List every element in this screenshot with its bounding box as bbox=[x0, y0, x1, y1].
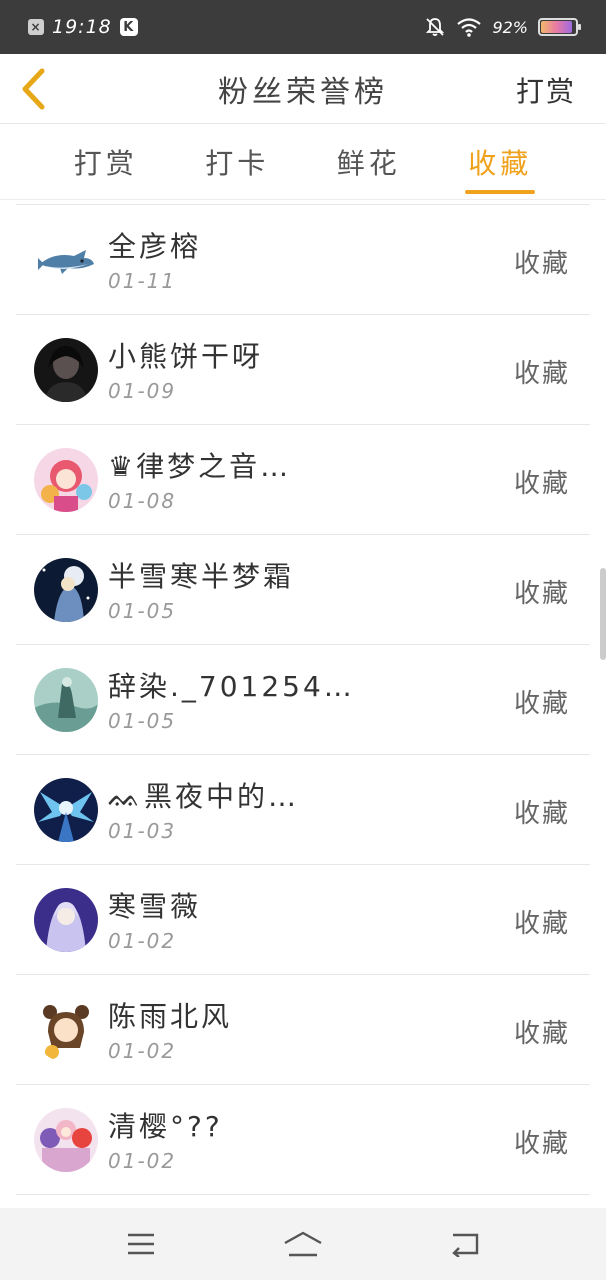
page-title: 粉丝荣誉榜 bbox=[218, 74, 388, 110]
item-date: 01-03 bbox=[108, 819, 177, 843]
list-item[interactable]: 辞染._701254… 01-05 收藏 bbox=[16, 645, 590, 755]
item-name: ♛律梦之音… bbox=[108, 450, 292, 483]
chibi-girl-avatar bbox=[34, 998, 98, 1062]
item-date: 01-02 bbox=[108, 929, 177, 953]
tab-favorites[interactable]: 收藏 bbox=[435, 124, 567, 199]
item-name: 半雪寒半梦霜 bbox=[108, 560, 295, 593]
item-name: 全彦榕 bbox=[108, 230, 202, 263]
item-type: 收藏 bbox=[513, 1019, 570, 1049]
item-date: 01-02 bbox=[108, 1039, 177, 1063]
item-date: 01-08 bbox=[108, 489, 177, 513]
mute-bell-icon bbox=[426, 18, 445, 36]
anime-group-avatar bbox=[34, 1108, 98, 1172]
item-type: 收藏 bbox=[513, 909, 570, 939]
back-icon bbox=[452, 1233, 479, 1257]
list-item[interactable]: 全彦榕 01-11 收藏 bbox=[16, 205, 590, 315]
battery-level-fill bbox=[541, 21, 573, 33]
item-type: 收藏 bbox=[513, 579, 570, 609]
item-type: 收藏 bbox=[513, 249, 570, 279]
list-item[interactable]: 清樱°?? 01-02 收藏 bbox=[16, 1085, 590, 1195]
item-date: 01-02 bbox=[108, 1149, 177, 1173]
item-date: 01-05 bbox=[108, 709, 177, 733]
tab-label: 打赏 bbox=[73, 146, 138, 180]
close-notification-icon: × bbox=[28, 19, 44, 35]
item-date: 01-11 bbox=[108, 269, 177, 293]
list-item[interactable]: 陈雨北风 01-02 收藏 bbox=[16, 975, 590, 1085]
status-time: 19:18 bbox=[52, 16, 112, 38]
home-icon bbox=[284, 1231, 322, 1257]
blue-angel-avatar bbox=[34, 778, 98, 842]
status-left: × 19:18 K bbox=[28, 16, 138, 38]
battery-percent: 92% bbox=[492, 17, 528, 37]
shark-avatar bbox=[34, 228, 98, 292]
header: 粉丝荣誉榜 打赏 bbox=[0, 54, 606, 124]
fan-list[interactable]: 全彦榕 01-11 收藏 小熊饼干呀 01-09 收藏 ♛律梦之音… 01-08… bbox=[16, 200, 590, 1208]
item-type: 收藏 bbox=[513, 1129, 570, 1159]
item-name: 陈雨北风 bbox=[108, 1000, 233, 1033]
status-bar: × 19:18 K 92% bbox=[0, 0, 606, 54]
wifi-icon bbox=[457, 18, 482, 37]
item-date: 01-09 bbox=[108, 379, 177, 403]
chevron-left-icon bbox=[22, 68, 45, 110]
list-item[interactable]: ᨐ黑夜中的… 01-03 收藏 bbox=[16, 755, 590, 865]
item-name: 寒雪薇 bbox=[108, 890, 202, 923]
menu-button[interactable] bbox=[111, 1219, 171, 1269]
k-app-icon: K bbox=[119, 18, 138, 36]
scrollbar[interactable] bbox=[600, 568, 606, 660]
active-tab-indicator bbox=[465, 190, 536, 194]
status-right: 92% bbox=[424, 16, 581, 38]
home-button[interactable] bbox=[273, 1219, 333, 1269]
item-type: 收藏 bbox=[513, 689, 570, 719]
battery-icon bbox=[538, 18, 581, 36]
teal-figure-avatar bbox=[34, 668, 98, 732]
anime-pink-avatar bbox=[34, 448, 98, 512]
tab-checkin[interactable]: 打卡 bbox=[172, 124, 304, 199]
tab-label: 收藏 bbox=[468, 146, 533, 180]
reward-button[interactable]: 打赏 bbox=[516, 70, 576, 110]
item-date: 01-05 bbox=[108, 599, 177, 623]
tab-reward[interactable]: 打赏 bbox=[40, 124, 172, 199]
item-name: 辞染._701254… bbox=[108, 670, 355, 703]
tab-label: 打卡 bbox=[205, 146, 270, 180]
item-name: 清樱°?? bbox=[108, 1110, 223, 1143]
list-item[interactable]: 半雪寒半梦霜 01-05 收藏 bbox=[16, 535, 590, 645]
system-nav-bar bbox=[0, 1208, 606, 1280]
list-item[interactable]: 小熊饼干呀 01-09 收藏 bbox=[16, 315, 590, 425]
back-nav-button[interactable] bbox=[435, 1219, 495, 1269]
tab-bar: 打赏 打卡 鲜花 收藏 bbox=[0, 124, 606, 200]
item-type: 收藏 bbox=[513, 469, 570, 499]
purple-anime-avatar bbox=[34, 888, 98, 952]
back-button[interactable] bbox=[12, 66, 56, 112]
item-name: 小熊饼干呀 bbox=[108, 340, 264, 373]
list-item[interactable]: ♛律梦之音… 01-08 收藏 bbox=[16, 425, 590, 535]
tab-flowers[interactable]: 鲜花 bbox=[303, 124, 435, 199]
item-type: 收藏 bbox=[513, 359, 570, 389]
item-name: ᨐ黑夜中的… bbox=[108, 780, 299, 813]
tab-label: 鲜花 bbox=[336, 146, 401, 180]
anime-night-avatar bbox=[34, 558, 98, 622]
dark-portrait-avatar bbox=[34, 338, 98, 402]
list-item[interactable]: 寒雪薇 01-02 收藏 bbox=[16, 865, 590, 975]
menu-icon bbox=[128, 1233, 154, 1255]
item-type: 收藏 bbox=[513, 799, 570, 829]
